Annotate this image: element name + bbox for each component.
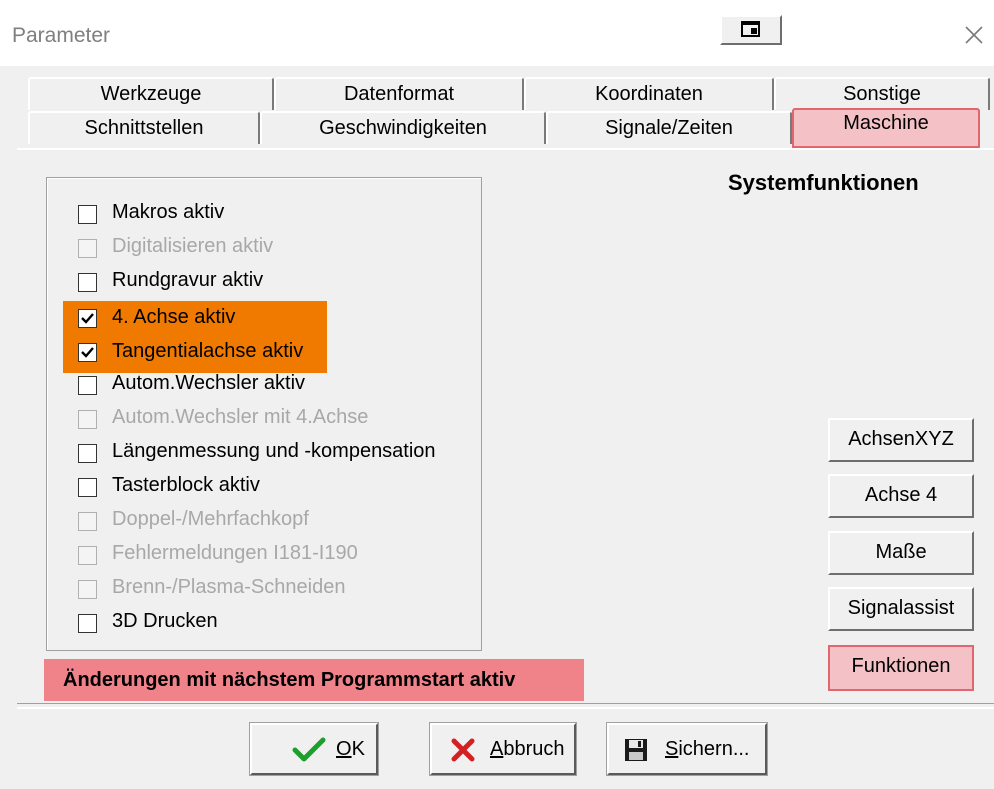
parameter-dialog: Parameter Werkzeuge Datenformat Koordina… bbox=[0, 0, 994, 789]
checkbox-square[interactable] bbox=[78, 614, 97, 633]
checkmark-icon bbox=[81, 347, 94, 358]
section-heading: Systemfunktionen bbox=[728, 170, 919, 195]
checkbox-square bbox=[78, 410, 97, 429]
checkbox-rundgravur-aktiv[interactable]: Rundgravur aktiv bbox=[66, 267, 466, 297]
checkbox-label: Makros aktiv bbox=[112, 201, 225, 223]
checkbox-square[interactable] bbox=[78, 205, 97, 224]
checkbox-square bbox=[78, 546, 97, 565]
title-bar: Parameter bbox=[0, 0, 994, 66]
checkbox-brenn-plasma-schneiden: Brenn-/Plasma-Schneiden bbox=[66, 574, 466, 604]
checkbox-square bbox=[78, 239, 97, 258]
window-restore-icon bbox=[741, 21, 760, 37]
signalassist-button[interactable]: Signalassist bbox=[828, 587, 974, 631]
checkbox-square[interactable] bbox=[78, 343, 97, 362]
restart-notice: Änderungen mit nächstem Programmstart ak… bbox=[44, 659, 584, 701]
checkbox-label: Digitalisieren aktiv bbox=[112, 235, 274, 257]
check-icon bbox=[292, 737, 326, 762]
checkbox-square[interactable] bbox=[78, 273, 97, 292]
checkbox-autom-wechsler-aktiv[interactable]: Autom.Wechsler aktiv bbox=[66, 370, 466, 400]
tab-koordinaten[interactable]: Koordinaten bbox=[524, 77, 774, 110]
checkbox-label: Fehlermeldungen I181-I190 bbox=[112, 542, 358, 564]
close-button[interactable] bbox=[957, 18, 991, 52]
funktionen-button[interactable]: Funktionen bbox=[828, 645, 974, 691]
tab-werkzeuge[interactable]: Werkzeuge bbox=[28, 77, 274, 110]
checkbox-label: Längenmessung und -kompensation bbox=[112, 440, 436, 462]
checkbox-tangentialachse-aktiv[interactable]: Tangentialachse aktiv bbox=[63, 337, 327, 373]
checkbox-label: Tangentialachse aktiv bbox=[112, 340, 304, 362]
ok-button[interactable]: OK bbox=[249, 722, 379, 776]
tab-geschwindigkeiten[interactable]: Geschwindigkeiten bbox=[260, 111, 546, 144]
abbruch-button[interactable]: Abbruch bbox=[429, 722, 577, 776]
checkbox-label: 4. Achse aktiv bbox=[112, 306, 236, 328]
checkbox-autom-wechsler-4-achse: Autom.Wechsler mit 4.Achse bbox=[66, 404, 466, 434]
checkbox-label: Autom.Wechsler mit 4.Achse bbox=[112, 406, 369, 428]
checkbox-square[interactable] bbox=[78, 376, 97, 395]
checkbox-laengenmessung[interactable]: Längenmessung und -kompensation bbox=[66, 438, 466, 468]
checkbox-tasterblock-aktiv[interactable]: Tasterblock aktiv bbox=[66, 472, 466, 502]
ok-label: OK bbox=[336, 738, 365, 760]
tab-datenformat[interactable]: Datenformat bbox=[274, 77, 524, 110]
checkbox-doppel-mehrfachkopf: Doppel-/Mehrfachkopf bbox=[66, 506, 466, 536]
checkbox-label: Tasterblock aktiv bbox=[112, 474, 260, 496]
checkbox-label: Brenn-/Plasma-Schneiden bbox=[112, 576, 346, 598]
checkmark-icon bbox=[81, 313, 94, 324]
restore-button[interactable] bbox=[720, 15, 782, 45]
checkbox-square bbox=[78, 580, 97, 599]
checkbox-label: 3D Drucken bbox=[112, 610, 218, 632]
tab-sonstige[interactable]: Sonstige bbox=[774, 77, 990, 110]
checkbox-square[interactable] bbox=[78, 444, 97, 463]
achse-4-button[interactable]: Achse 4 bbox=[828, 474, 974, 518]
x-icon bbox=[451, 738, 475, 762]
checkbox-makros-aktiv[interactable]: Makros aktiv bbox=[66, 199, 466, 229]
checkbox-square[interactable] bbox=[78, 478, 97, 497]
tab-maschine[interactable]: Maschine bbox=[792, 108, 980, 148]
checkbox-label: Autom.Wechsler aktiv bbox=[112, 372, 306, 394]
checkbox-label: Doppel-/Mehrfachkopf bbox=[112, 508, 309, 530]
abbruch-label: Abbruch bbox=[490, 738, 565, 760]
window-title: Parameter bbox=[12, 24, 111, 47]
sichern-label: Sichern... bbox=[665, 738, 750, 760]
close-icon bbox=[965, 26, 983, 44]
checkbox-digitalisieren-aktiv: Digitalisieren aktiv bbox=[66, 233, 466, 263]
tab-schnittstellen[interactable]: Schnittstellen bbox=[28, 111, 260, 144]
achsenxyz-button[interactable]: AchsenXYZ bbox=[828, 418, 974, 462]
checkbox-label: Rundgravur aktiv bbox=[112, 269, 264, 291]
checkbox-4-achse-aktiv[interactable]: 4. Achse aktiv bbox=[63, 301, 327, 337]
tab-signale-zeiten[interactable]: Signale/Zeiten bbox=[546, 111, 792, 144]
floppy-disk-icon bbox=[625, 739, 647, 761]
sichern-button[interactable]: Sichern... bbox=[606, 722, 768, 776]
panel-divider bbox=[17, 703, 994, 709]
checkbox-fehlermeldungen: Fehlermeldungen I181-I190 bbox=[66, 540, 466, 570]
masse-button[interactable]: Maße bbox=[828, 531, 974, 575]
checkbox-square[interactable] bbox=[78, 309, 97, 328]
checkbox-square bbox=[78, 512, 97, 531]
checkbox-3d-drucken[interactable]: 3D Drucken bbox=[66, 608, 466, 638]
